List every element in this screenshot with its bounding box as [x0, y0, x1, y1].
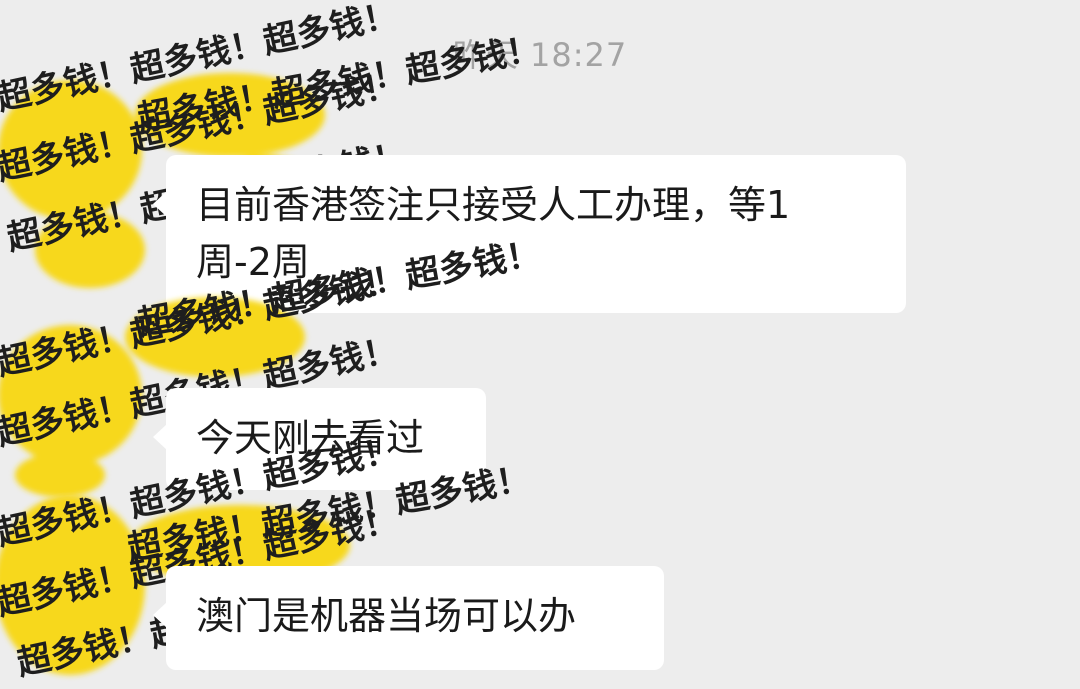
message-text-line: 目前香港签注只接受人工办理，等1: [196, 183, 791, 227]
message-bubble-3[interactable]: 澳门是机器当场可以办: [153, 566, 664, 670]
message-text-line: 澳门是机器当场可以办: [196, 594, 577, 638]
